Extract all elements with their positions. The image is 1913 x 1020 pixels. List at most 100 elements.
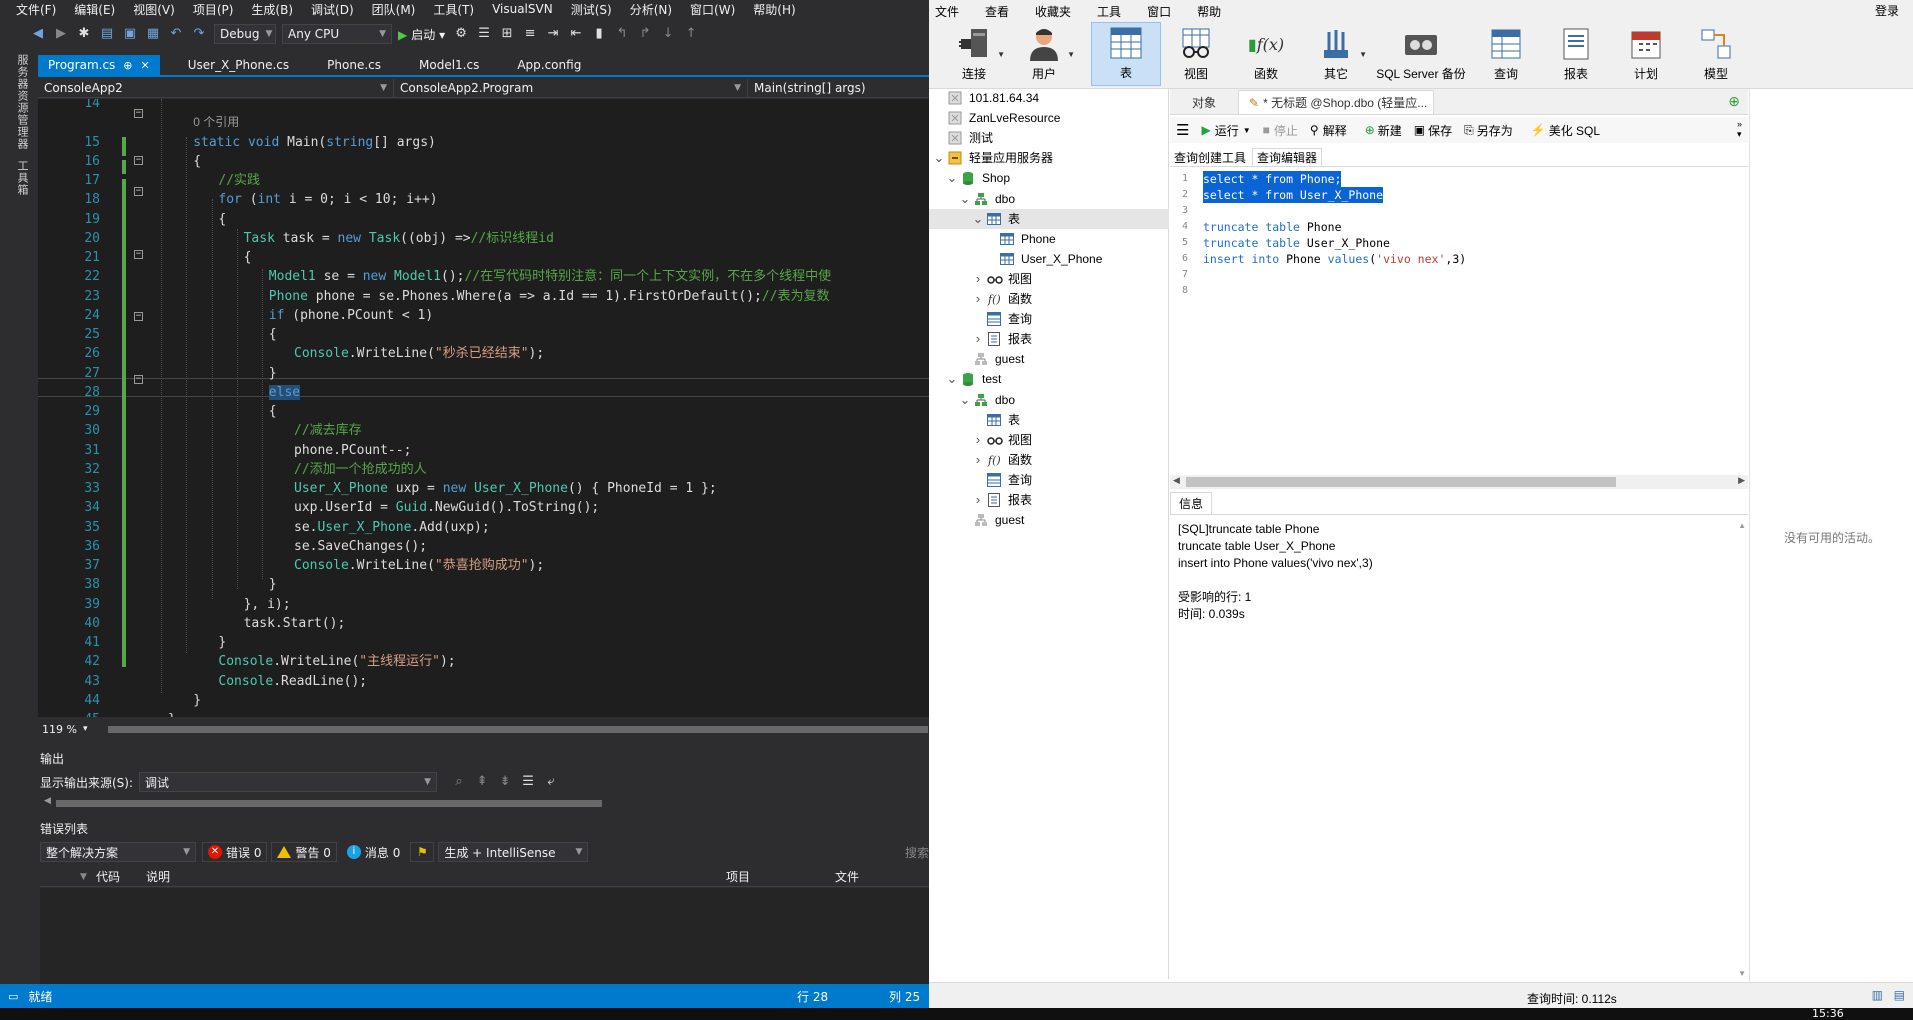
- member-dropdown[interactable]: Main(string[] args): [748, 79, 928, 97]
- warnings-filter-button[interactable]: 警告 0: [271, 842, 337, 862]
- chevron-down-icon[interactable]: ⌄: [946, 369, 958, 389]
- filter-icon[interactable]: ⚑: [410, 842, 435, 862]
- tree-item[interactable]: › 视图: [972, 430, 1032, 450]
- ribbon-view-button[interactable]: 视图: [1161, 22, 1231, 86]
- tab-program-cs[interactable]: Program.cs ⊕ ✕: [38, 55, 160, 75]
- messages-filter-button[interactable]: i 消息 0: [341, 842, 406, 862]
- col-description[interactable]: 说明: [146, 868, 170, 885]
- sql-editor[interactable]: 1 select * from Phone; 2 select * from User…: [1170, 169, 1748, 473]
- tab-app-config[interactable]: App.config: [507, 55, 591, 75]
- explain-button[interactable]: ⚲ 解释: [1310, 122, 1347, 139]
- fold-toggle[interactable]: −: [134, 187, 143, 196]
- tree-item[interactable]: ⌄ dbo: [959, 390, 1015, 410]
- vs-menu-debug[interactable]: 调试(D): [311, 1, 354, 18]
- scroll-thumb[interactable]: [56, 800, 602, 807]
- errors-filter-button[interactable]: ✕ 错误 0: [202, 842, 268, 862]
- close-icon[interactable]: ✕: [141, 59, 150, 72]
- tree-item[interactable]: ⌄ 表: [929, 208, 1169, 229]
- toolbar-extra-icon[interactable]: ⚙: [453, 26, 469, 42]
- tab-model1-cs[interactable]: Model1.cs: [409, 55, 489, 75]
- zoom-level[interactable]: 119 %: [42, 723, 77, 736]
- ribbon-schedule-button[interactable]: 计划: [1611, 22, 1681, 86]
- word-wrap-icon[interactable]: ⤶: [543, 774, 559, 790]
- vs-menu-view[interactable]: 视图(V): [133, 1, 175, 18]
- ribbon-report-button[interactable]: 报表: [1541, 22, 1611, 86]
- tab-phone-cs[interactable]: Phone.cs: [317, 55, 391, 75]
- toolbar-extra-icon[interactable]: ≡: [522, 26, 538, 42]
- chevron-right-icon[interactable]: ›: [972, 490, 984, 510]
- chevron-down-icon[interactable]: ⌄: [946, 168, 958, 188]
- scroll-down-icon[interactable]: ▼: [1738, 969, 1746, 978]
- save-icon[interactable]: ▣: [122, 26, 138, 42]
- scroll-left-icon[interactable]: ◀: [44, 796, 51, 806]
- new-tab-icon[interactable]: ⊕: [1728, 93, 1740, 110]
- vs-menu-help[interactable]: 帮助(H): [753, 1, 795, 18]
- toolbar-extra-icon[interactable]: ↓: [660, 26, 676, 42]
- vs-menu-tools[interactable]: 工具(T): [433, 1, 474, 18]
- col-file[interactable]: 文件: [835, 868, 859, 885]
- tree-item[interactable]: ⌄ dbo: [959, 189, 1015, 209]
- stop-button[interactable]: ■ 停止: [1263, 122, 1298, 139]
- open-icon[interactable]: ▤: [99, 26, 115, 42]
- toolbar-extra-icon[interactable]: ⇥: [545, 26, 561, 42]
- start-button[interactable]: ▶ 启动 ▾: [398, 26, 445, 43]
- chevron-down-icon[interactable]: ⌄: [933, 148, 945, 168]
- ribbon-user-button[interactable]: 用户 ▼: [1009, 22, 1079, 86]
- chevron-down-icon[interactable]: ⌄: [959, 189, 971, 209]
- tree-item[interactable]: 查询: [972, 309, 1032, 329]
- vs-menu-project[interactable]: 项目(P): [193, 1, 234, 18]
- chevron-right-icon[interactable]: ›: [972, 450, 984, 470]
- pin-icon[interactable]: ⊕: [123, 59, 132, 72]
- tab-query-editor[interactable]: 查询编辑器: [1252, 148, 1323, 166]
- new-project-icon[interactable]: ✱: [76, 26, 92, 42]
- tree-item[interactable]: › 视图: [972, 269, 1032, 289]
- save-button[interactable]: ▣ 保存: [1414, 122, 1452, 139]
- tree-item[interactable]: › 报表: [972, 329, 1032, 349]
- vs-menu-window[interactable]: 窗口(W): [690, 1, 735, 18]
- save-as-button[interactable]: ⎘ 另存为: [1464, 122, 1513, 139]
- tree-item[interactable]: 测试: [933, 128, 993, 148]
- clear-all-icon[interactable]: ☰: [520, 774, 536, 790]
- nav-menu-file[interactable]: 文件: [935, 3, 959, 20]
- chevron-right-icon[interactable]: ›: [972, 329, 984, 349]
- chevron-down-icon[interactable]: ⌄: [959, 390, 971, 410]
- output-horizontal-scrollbar[interactable]: ◀: [40, 796, 929, 808]
- project-dropdown[interactable]: ConsoleApp2 ▼: [38, 78, 394, 97]
- fold-toggle[interactable]: −: [134, 375, 143, 384]
- tree-item[interactable]: › f() 函数: [972, 450, 1032, 470]
- tab-untitled-query[interactable]: ✎ * 无标题 @Shop.dbo (轻量应...: [1238, 90, 1434, 114]
- scroll-right-icon[interactable]: ▶: [1738, 475, 1745, 486]
- sql-horizontal-scrollbar[interactable]: ◀ ▶: [1170, 475, 1748, 489]
- layout-toggle-icon[interactable]: ▥: [1872, 988, 1883, 1002]
- bookmark-icon[interactable]: ▮: [591, 26, 607, 42]
- toolbar-extra-icon[interactable]: ☰: [476, 26, 492, 42]
- scroll-up-icon[interactable]: ▲: [1738, 521, 1746, 530]
- next-message-icon[interactable]: ⇟: [497, 774, 513, 790]
- tree-item[interactable]: › 报表: [972, 490, 1032, 510]
- scroll-thumb[interactable]: [1186, 477, 1616, 487]
- tab-objects[interactable]: 对象: [1170, 90, 1238, 114]
- code-editor[interactable]: − − − − − − 14 15 16 17 18 19 20 21 22 23 24 25 26 27…: [38, 99, 929, 717]
- fold-toggle[interactable]: −: [134, 109, 143, 118]
- nav-menu-view[interactable]: 查看: [985, 3, 1009, 20]
- ribbon-backup-button[interactable]: SQL Server 备份: [1371, 22, 1471, 86]
- error-scope-dropdown[interactable]: 整个解决方案 ▼: [40, 842, 196, 862]
- fold-toggle[interactable]: −: [134, 250, 143, 259]
- ribbon-other-button[interactable]: 其它 ▼: [1301, 22, 1371, 86]
- chevron-down-icon[interactable]: ▼: [1359, 50, 1367, 59]
- undo-icon[interactable]: ↶: [168, 26, 184, 42]
- toolbox-tab[interactable]: 工具箱: [14, 160, 30, 196]
- vs-menu-build[interactable]: 生成(B): [251, 1, 293, 18]
- chevron-right-icon[interactable]: ›: [972, 289, 984, 309]
- chevron-down-icon[interactable]: ▼: [1067, 50, 1075, 59]
- toolbar-extra-icon[interactable]: ↰: [614, 26, 630, 42]
- nav-menu-window[interactable]: 窗口: [1147, 3, 1171, 20]
- chevron-down-icon[interactable]: ⌄: [972, 209, 984, 229]
- vs-menu-visualsvn[interactable]: VisualSVN: [492, 2, 553, 16]
- toolbar-extra-icon[interactable]: ⊞: [499, 26, 515, 42]
- config-dropdown[interactable]: Debug ▼: [214, 24, 276, 44]
- tree-item[interactable]: ⌄ test: [946, 369, 1001, 389]
- prev-message-icon[interactable]: ⇞: [474, 774, 490, 790]
- tree-item[interactable]: ⌄ Shop: [946, 168, 1010, 188]
- error-search-input[interactable]: 搜索: [905, 844, 929, 861]
